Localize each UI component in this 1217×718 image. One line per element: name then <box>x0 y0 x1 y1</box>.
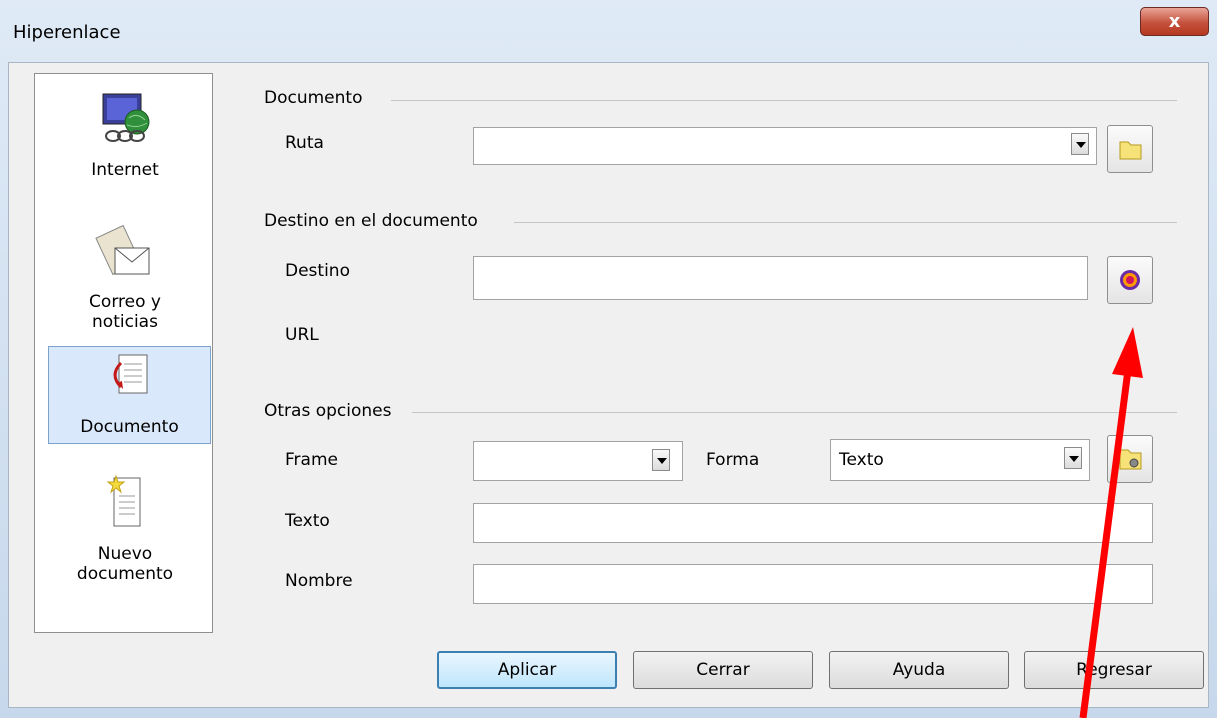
annotation-arrow <box>1079 327 1143 718</box>
hyperlink-dialog: Hiperenlace x Internet Correo y noticias… <box>0 0 1217 718</box>
